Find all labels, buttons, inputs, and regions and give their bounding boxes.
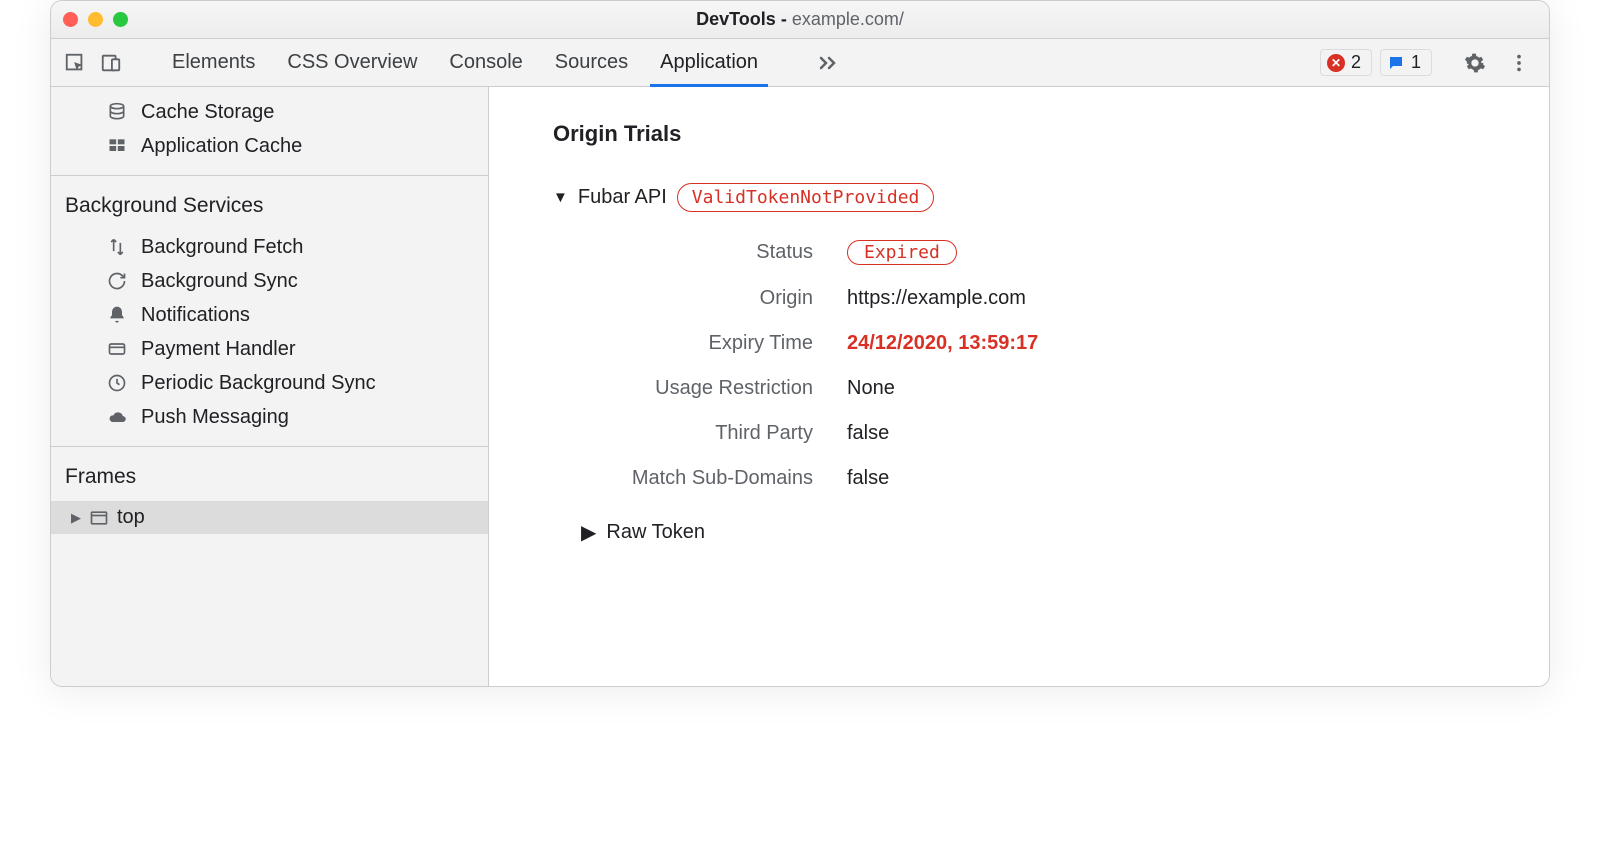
tab-label: Application (660, 51, 758, 74)
kv-label-usage: Usage Restriction (553, 377, 813, 400)
sidebar-item-label: Periodic Background Sync (141, 372, 376, 395)
gear-icon[interactable] (1457, 45, 1493, 81)
sidebar-item-label: Background Sync (141, 270, 298, 293)
window-title: DevTools - example.com/ (51, 9, 1549, 30)
origin-trials-panel: Origin Trials ▼ Fubar API ValidTokenNotP… (489, 87, 1549, 686)
sidebar-item-periodic-sync[interactable]: Periodic Background Sync (51, 366, 488, 400)
grid-icon (105, 136, 129, 156)
frame-label: top (117, 506, 145, 529)
trial-details: Status Expired Origin https://example.co… (553, 240, 1529, 490)
sync-icon (105, 271, 129, 291)
tab-label: Sources (555, 51, 628, 74)
application-sidebar: Cache Storage Application Cache Backgrou… (51, 87, 489, 686)
kv-value-status: Expired (847, 240, 1529, 265)
inspect-element-icon[interactable] (57, 45, 93, 81)
tab-application[interactable]: Application (658, 39, 760, 86)
titlebar: DevTools - example.com/ (51, 1, 1549, 39)
sidebar-item-payment-handler[interactable]: Payment Handler (51, 332, 488, 366)
sidebar-item-frame-top[interactable]: ▶ top (51, 501, 488, 534)
bell-icon (105, 305, 129, 325)
cloud-icon (105, 407, 129, 427)
tabs-overflow[interactable] (816, 39, 840, 86)
frame-icon (89, 508, 109, 528)
error-icon: ✕ (1327, 54, 1345, 72)
tabs: Elements CSS Overview Console Sources Ap… (170, 39, 1320, 86)
kv-label-origin: Origin (553, 287, 813, 310)
traffic-lights (63, 12, 128, 27)
kv-value-thirdparty: false (847, 422, 1529, 445)
divider (51, 446, 488, 447)
card-icon (105, 339, 129, 359)
errors-count: 2 (1351, 52, 1361, 73)
tab-css-overview[interactable]: CSS Overview (285, 39, 419, 86)
raw-token-label: Raw Token (606, 521, 705, 544)
sidebar-item-label: Payment Handler (141, 338, 296, 361)
title-app: DevTools (696, 9, 776, 29)
trial-header[interactable]: ▼ Fubar API ValidTokenNotProvided (553, 183, 1529, 212)
kv-label-subdomains: Match Sub-Domains (553, 467, 813, 490)
sidebar-item-background-sync[interactable]: Background Sync (51, 264, 488, 298)
chevron-right-icon: ▶ (581, 520, 596, 545)
tab-label: CSS Overview (287, 51, 417, 74)
title-url: example.com/ (792, 9, 904, 29)
device-toggle-icon[interactable] (93, 45, 129, 81)
sidebar-item-cache-storage[interactable]: Cache Storage (51, 95, 488, 129)
issues-badge[interactable]: 1 (1380, 49, 1432, 76)
clock-icon (105, 373, 129, 393)
sidebar-item-label: Push Messaging (141, 406, 289, 429)
sidebar-item-push-messaging[interactable]: Push Messaging (51, 400, 488, 434)
kv-value-expiry: 24/12/2020, 13:59:17 (847, 332, 1529, 355)
divider (51, 175, 488, 176)
close-dot[interactable] (63, 12, 78, 27)
chevron-down-icon: ▼ (553, 189, 568, 206)
sidebar-item-notifications[interactable]: Notifications (51, 298, 488, 332)
database-icon (105, 102, 129, 122)
errors-badge[interactable]: ✕ 2 (1320, 49, 1372, 76)
sidebar-section-title: Background Services (51, 184, 488, 230)
sidebar-item-label: Cache Storage (141, 101, 274, 124)
tab-label: Elements (172, 51, 255, 74)
trial-name: Fubar API (578, 186, 667, 209)
issues-count: 1 (1411, 52, 1421, 73)
chevron-right-icon: ▶ (71, 510, 81, 526)
kv-value-origin: https://example.com (847, 287, 1529, 310)
tab-elements[interactable]: Elements (170, 39, 257, 86)
sidebar-item-label: Notifications (141, 304, 250, 327)
sidebar-section-title-frames: Frames (51, 455, 488, 501)
sidebar-item-application-cache[interactable]: Application Cache (51, 129, 488, 163)
issue-icon (1387, 54, 1405, 72)
panel-body: Cache Storage Application Cache Backgrou… (51, 87, 1549, 686)
tabbar: Elements CSS Overview Console Sources Ap… (51, 39, 1549, 87)
kv-label-status: Status (553, 241, 813, 264)
sidebar-item-label: Background Fetch (141, 236, 303, 259)
kebab-icon[interactable] (1501, 45, 1537, 81)
title-separator: - (776, 9, 792, 29)
tab-label: Console (449, 51, 522, 74)
status-badge: Expired (847, 240, 957, 265)
raw-token-toggle[interactable]: ▶ Raw Token (581, 520, 1529, 545)
trial-badge: ValidTokenNotProvided (677, 183, 935, 212)
sidebar-item-background-fetch[interactable]: Background Fetch (51, 230, 488, 264)
page-title: Origin Trials (553, 121, 1529, 147)
swap-icon (105, 237, 129, 257)
kv-label-expiry: Expiry Time (553, 332, 813, 355)
minimize-dot[interactable] (88, 12, 103, 27)
tab-console[interactable]: Console (447, 39, 524, 86)
kv-value-subdomains: false (847, 467, 1529, 490)
kv-label-thirdparty: Third Party (553, 422, 813, 445)
devtools-window: DevTools - example.com/ (50, 0, 1550, 687)
sidebar-item-label: Application Cache (141, 135, 302, 158)
zoom-dot[interactable] (113, 12, 128, 27)
kv-value-usage: None (847, 377, 1529, 400)
tab-sources[interactable]: Sources (553, 39, 630, 86)
